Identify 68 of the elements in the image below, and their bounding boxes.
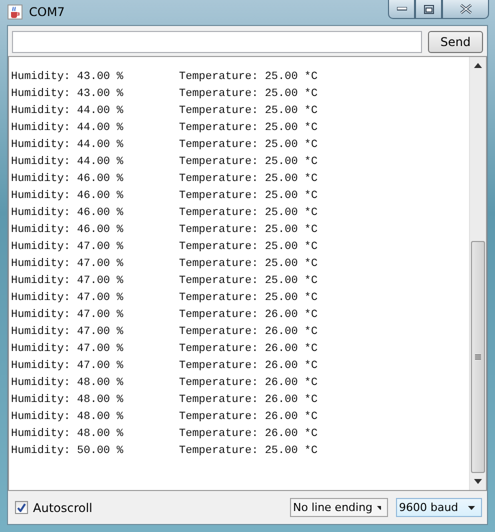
humidity-reading: Humidity: 47.00 %	[11, 360, 124, 372]
humidity-reading: Humidity: 48.00 %	[11, 376, 124, 388]
maximize-button[interactable]	[415, 0, 442, 19]
temperature-reading: Temperature: 25.00 *C	[179, 292, 318, 304]
humidity-reading: Humidity: 44.00 %	[11, 104, 124, 116]
temperature-reading: Temperature: 25.00 *C	[179, 444, 318, 456]
maximize-icon	[424, 4, 434, 14]
humidity-reading: Humidity: 46.00 %	[11, 224, 124, 236]
temperature-reading: Temperature: 25.00 *C	[179, 104, 318, 116]
close-button[interactable]	[442, 0, 489, 19]
humidity-reading: Humidity: 47.00 %	[11, 240, 124, 252]
temperature-reading: Temperature: 25.00 *C	[179, 206, 318, 218]
temperature-reading: Temperature: 26.00 *C	[179, 376, 318, 388]
humidity-reading: Humidity: 43.00 %	[11, 70, 124, 82]
temperature-reading: Temperature: 25.00 *C	[179, 274, 318, 286]
temperature-reading: Temperature: 26.00 *C	[179, 326, 318, 338]
temperature-reading: Temperature: 25.00 *C	[179, 138, 318, 150]
caret-icon	[468, 506, 475, 510]
window-title: COM7	[29, 5, 65, 19]
scroll-up-icon	[474, 63, 482, 68]
humidity-reading: Humidity: 47.00 %	[11, 258, 124, 270]
minimize-icon	[396, 7, 406, 11]
close-icon	[460, 4, 472, 14]
temperature-reading: Temperature: 26.00 *C	[179, 394, 318, 406]
humidity-reading: Humidity: 47.00 %	[11, 292, 124, 304]
coffee-cup-icon	[7, 4, 23, 20]
temperature-reading: Temperature: 26.00 *C	[179, 342, 318, 354]
checkbox[interactable]	[15, 501, 28, 514]
baud-rate-dropdown[interactable]: 9600 baud	[396, 498, 482, 517]
caret-icon	[376, 506, 381, 510]
humidity-reading: Humidity: 46.00 %	[11, 172, 124, 184]
humidity-reading: Humidity: 47.00 %	[11, 326, 124, 338]
temperature-reading: Temperature: 26.00 *C	[179, 428, 318, 440]
temperature-reading: Temperature: 26.00 *C	[179, 360, 318, 372]
humidity-reading: Humidity: 47.00 %	[11, 274, 124, 286]
humidity-reading: Humidity: 47.00 %	[11, 308, 124, 320]
checkmark-icon	[17, 503, 26, 512]
humidity-reading: Humidity: 46.00 %	[11, 206, 124, 218]
temperature-reading: Temperature: 25.00 *C	[179, 258, 318, 270]
scrollbar[interactable]	[469, 57, 486, 490]
send-button[interactable]: Send	[428, 31, 483, 53]
temperature-reading: Temperature: 25.00 *C	[179, 156, 318, 168]
humidity-reading: Humidity: 44.00 %	[11, 138, 124, 150]
humidity-reading: Humidity: 48.00 %	[11, 394, 124, 406]
scrollbar-thumb[interactable]	[471, 241, 485, 473]
temperature-reading: Temperature: 26.00 *C	[179, 410, 318, 422]
scroll-down-icon	[474, 479, 482, 484]
humidity-reading: Humidity: 48.00 %	[11, 428, 124, 440]
temperature-reading: Temperature: 25.00 *C	[179, 70, 318, 82]
temperature-reading: Temperature: 26.00 *C	[179, 308, 318, 320]
humidity-reading: Humidity: 44.00 %	[11, 156, 124, 168]
grip-icon	[475, 354, 481, 360]
humidity-reading: Humidity: 50.00 %	[11, 444, 124, 456]
humidity-reading: Humidity: 48.00 %	[11, 410, 124, 422]
temperature-reading: Temperature: 25.00 *C	[179, 190, 318, 202]
temperature-reading: Temperature: 25.00 *C	[179, 88, 318, 100]
humidity-reading: Humidity: 43.00 %	[11, 88, 124, 100]
temperature-reading: Temperature: 25.00 *C	[179, 224, 318, 236]
temperature-reading: Temperature: 25.00 *C	[179, 172, 318, 184]
checkbox-label: Autoscroll	[33, 500, 92, 514]
input-field[interactable]	[12, 31, 422, 53]
humidity-reading: Humidity: 46.00 %	[11, 190, 124, 202]
minimize-button[interactable]	[388, 0, 415, 19]
humidity-reading: Humidity: 44.00 %	[11, 122, 124, 134]
temperature-reading: Temperature: 25.00 *C	[179, 240, 318, 252]
temperature-reading: Temperature: 25.00 *C	[179, 122, 318, 134]
line-ending-dropdown[interactable]: No line ending	[290, 498, 388, 517]
humidity-reading: Humidity: 47.00 %	[11, 342, 124, 354]
